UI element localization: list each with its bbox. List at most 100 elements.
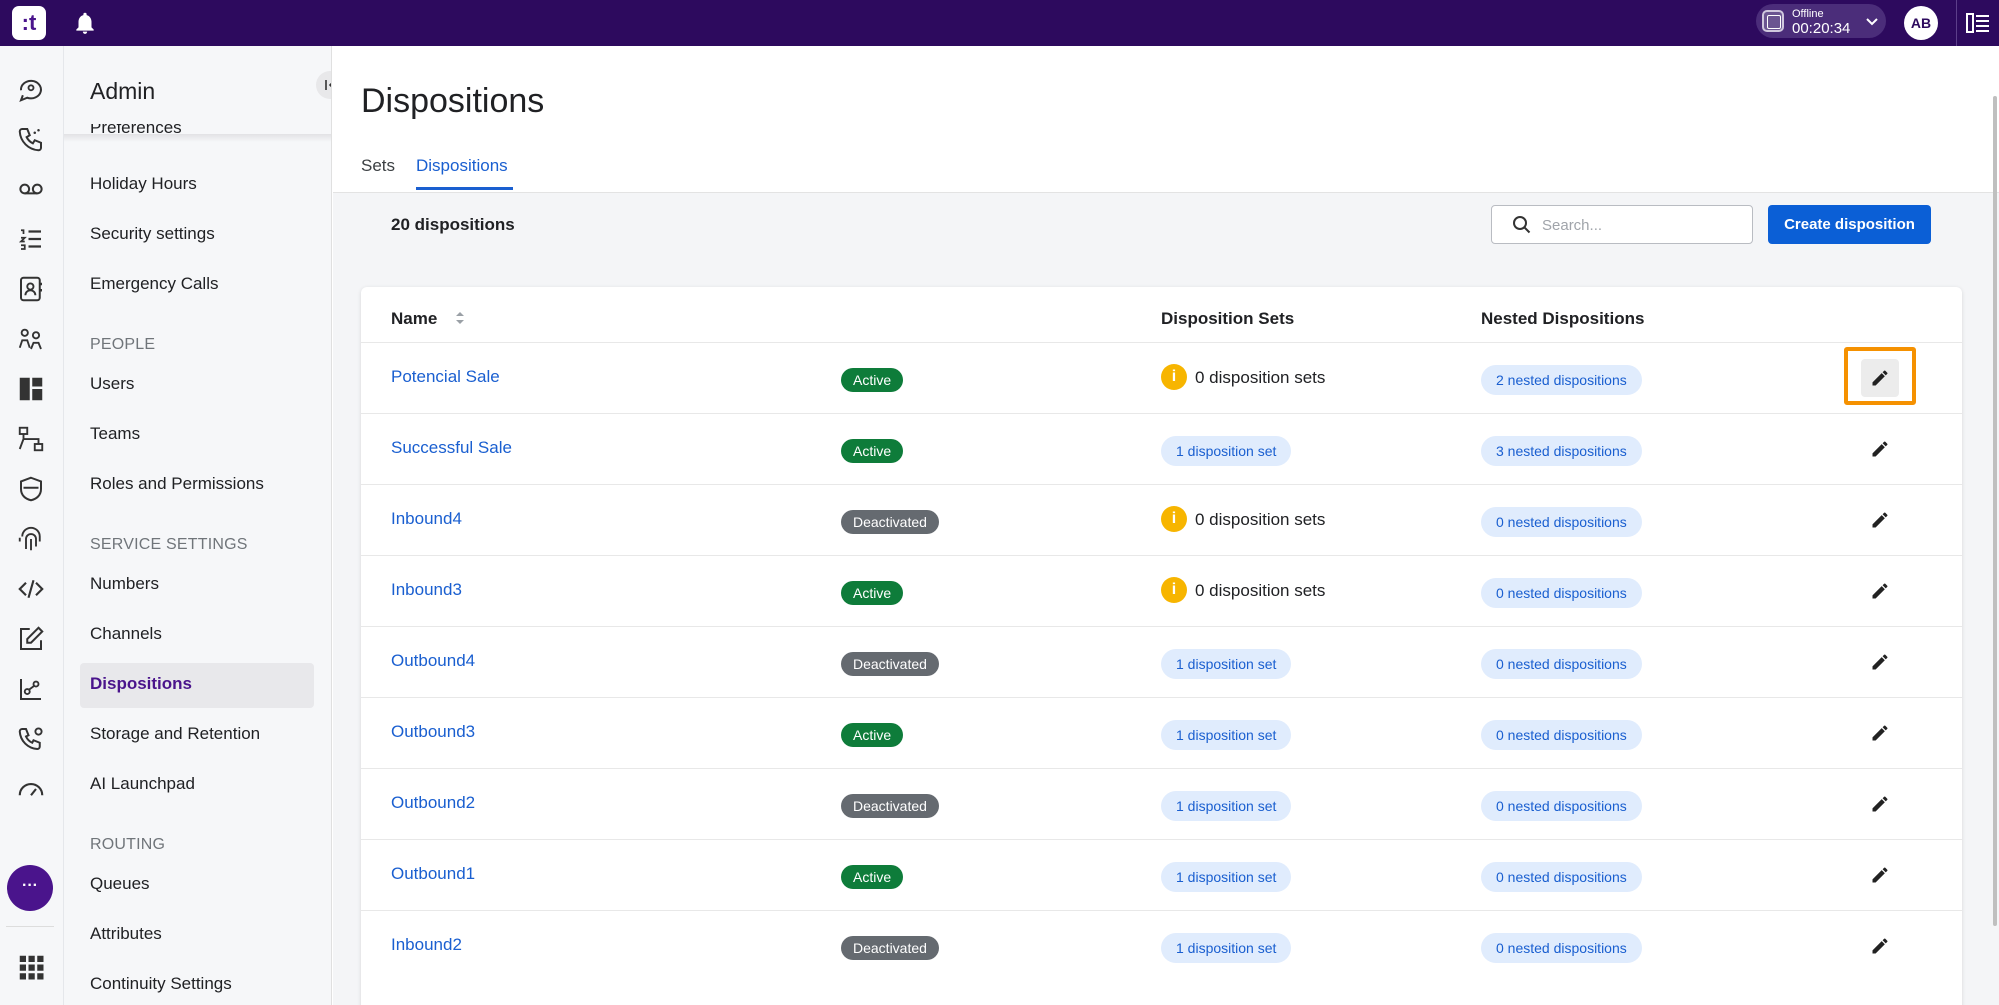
pencil-icon: [1872, 938, 1888, 954]
edit-button[interactable]: [1861, 785, 1899, 823]
main-content: Dispositions Sets Dispositions 20 dispos…: [333, 46, 1999, 1005]
status-badge: Deactivated: [841, 652, 939, 676]
sidebar-item-dispositions-label[interactable]: Dispositions: [90, 674, 192, 694]
calls-icon[interactable]: [16, 124, 46, 154]
disposition-name-link[interactable]: Outbound4: [391, 651, 475, 671]
nested-dispositions-pill[interactable]: 0 nested dispositions: [1481, 649, 1642, 679]
admin-sidebar: Admin Preferences Holiday Hours Security…: [64, 46, 332, 1005]
info-warning-icon: i: [1161, 506, 1187, 533]
sidebar-item-queues[interactable]: Queues: [90, 874, 150, 894]
avatar[interactable]: AB: [1904, 6, 1938, 40]
apps-grid-icon[interactable]: [16, 952, 46, 982]
page-scrollbar[interactable]: [1993, 96, 1997, 926]
sidebar-item-security-settings[interactable]: Security settings: [90, 224, 215, 244]
edit-note-icon[interactable]: [16, 624, 46, 654]
status-badge: Active: [841, 865, 904, 889]
speedometer-icon[interactable]: [16, 774, 46, 804]
create-disposition-button[interactable]: Create disposition: [1768, 205, 1931, 244]
nested-dispositions-pill[interactable]: 0 nested dispositions: [1481, 507, 1642, 537]
bell-icon[interactable]: [72, 10, 98, 36]
team-icon[interactable]: [16, 324, 46, 354]
column-header-nested-dispositions: Nested Dispositions: [1481, 309, 1645, 328]
nested-dispositions-pill[interactable]: 3 nested dispositions: [1481, 436, 1642, 466]
edit-button[interactable]: [1861, 927, 1899, 965]
disposition-sets-pill[interactable]: 1 disposition set: [1161, 933, 1292, 963]
sidebar-item-channels[interactable]: Channels: [90, 624, 162, 644]
agent-status-selector[interactable]: Offline 00:20:34: [1756, 4, 1886, 38]
collapse-left-icon: [325, 80, 331, 90]
pencil-icon: [1872, 583, 1888, 599]
edit-button[interactable]: [1861, 501, 1899, 539]
contacts-icon[interactable]: [16, 274, 46, 304]
edit-button[interactable]: [1861, 856, 1899, 894]
disposition-sets-pill[interactable]: 1 disposition set: [1161, 436, 1292, 466]
voicemail-icon[interactable]: [16, 174, 46, 204]
sidebar-item-storage-retention[interactable]: Storage and Retention: [90, 724, 260, 744]
top-bar: :t Offline 00:20:34 AB: [0, 0, 1999, 46]
disposition-sets-pill[interactable]: 1 disposition set: [1161, 862, 1292, 892]
edit-button[interactable]: [1861, 714, 1899, 752]
column-header-name[interactable]: Name: [391, 309, 437, 329]
sidebar-item-continuity-settings[interactable]: Continuity Settings: [90, 974, 232, 994]
disposition-sets-warning: i 0 disposition sets: [1161, 505, 1325, 535]
nested-dispositions-pill[interactable]: 2 nested dispositions: [1481, 365, 1642, 395]
sidebar-item-emergency-calls[interactable]: Emergency Calls: [90, 274, 219, 294]
disposition-sets-pill[interactable]: 1 disposition set: [1161, 720, 1292, 750]
info-warning-icon: i: [1161, 577, 1187, 604]
rail-divider: [6, 926, 54, 927]
phone-settings-icon[interactable]: [16, 724, 46, 754]
page-title: Dispositions: [361, 82, 545, 120]
search-input[interactable]: [1542, 214, 1742, 236]
sidebar-item-holiday-hours[interactable]: Holiday Hours: [90, 174, 197, 194]
sidebar-item-users[interactable]: Users: [90, 374, 134, 394]
conversations-icon[interactable]: [16, 74, 46, 104]
sidebar-item-ai-launchpad[interactable]: AI Launchpad: [90, 774, 195, 794]
collapse-sidebar-button[interactable]: [316, 71, 331, 99]
task-list-icon[interactable]: [16, 224, 46, 254]
sidebar-item-roles-permissions[interactable]: Roles and Permissions: [90, 474, 264, 494]
nested-dispositions-pill[interactable]: 0 nested dispositions: [1481, 862, 1642, 892]
disposition-name-link[interactable]: Potencial Sale: [391, 367, 500, 387]
sort-icon[interactable]: [454, 307, 466, 329]
sidebar-item-teams[interactable]: Teams: [90, 424, 140, 444]
sidebar-item-numbers[interactable]: Numbers: [90, 574, 159, 594]
more-apps-button[interactable]: ···: [7, 865, 53, 911]
fingerprint-icon[interactable]: [16, 524, 46, 554]
routing-flow-icon[interactable]: [16, 424, 46, 454]
status-label: Offline: [1792, 8, 1824, 20]
dashboard-icon[interactable]: [16, 374, 46, 404]
table-row: Outbound4 Deactivated 1 disposition set 0 n…: [361, 626, 1962, 697]
disposition-name-link[interactable]: Outbound3: [391, 722, 475, 742]
side-panel-icon[interactable]: [1965, 11, 1991, 35]
disposition-sets-warning: i 0 disposition sets: [1161, 363, 1325, 393]
analytics-icon[interactable]: [16, 674, 46, 704]
disposition-name-link[interactable]: Inbound3: [391, 580, 462, 600]
sidebar-item-attributes[interactable]: Attributes: [90, 924, 162, 944]
nested-dispositions-pill[interactable]: 0 nested dispositions: [1481, 578, 1642, 608]
search-box[interactable]: [1491, 205, 1753, 244]
edit-button[interactable]: [1861, 572, 1899, 610]
disposition-name-link[interactable]: Inbound4: [391, 509, 462, 529]
disposition-name-link[interactable]: Successful Sale: [391, 438, 512, 458]
status-badge: Active: [841, 723, 904, 747]
code-icon[interactable]: [16, 574, 46, 604]
app-logo[interactable]: :t: [12, 6, 46, 40]
disposition-sets-pill[interactable]: 1 disposition set: [1161, 791, 1292, 821]
tab-dispositions[interactable]: Dispositions: [416, 156, 508, 176]
nested-dispositions-pill[interactable]: 0 nested dispositions: [1481, 720, 1642, 750]
disposition-name-link[interactable]: Outbound2: [391, 793, 475, 813]
security-shield-icon[interactable]: [16, 474, 46, 504]
chevron-down-icon: [1864, 13, 1880, 29]
disposition-name-link[interactable]: Inbound2: [391, 935, 462, 955]
tab-sets[interactable]: Sets: [361, 156, 395, 176]
edit-button[interactable]: [1861, 643, 1899, 681]
edit-button[interactable]: [1861, 430, 1899, 468]
table-row: Successful Sale Active 1 disposition set 3 …: [361, 413, 1962, 484]
disposition-name-link[interactable]: Outbound1: [391, 864, 475, 884]
disposition-sets-pill[interactable]: 1 disposition set: [1161, 649, 1292, 679]
nested-dispositions-pill[interactable]: 0 nested dispositions: [1481, 933, 1642, 963]
nested-dispositions-pill[interactable]: 0 nested dispositions: [1481, 791, 1642, 821]
sidebar-item-preferences[interactable]: Preferences: [90, 124, 182, 134]
disposition-count: 20 dispositions: [391, 215, 515, 234]
status-badge: Deactivated: [841, 794, 939, 818]
